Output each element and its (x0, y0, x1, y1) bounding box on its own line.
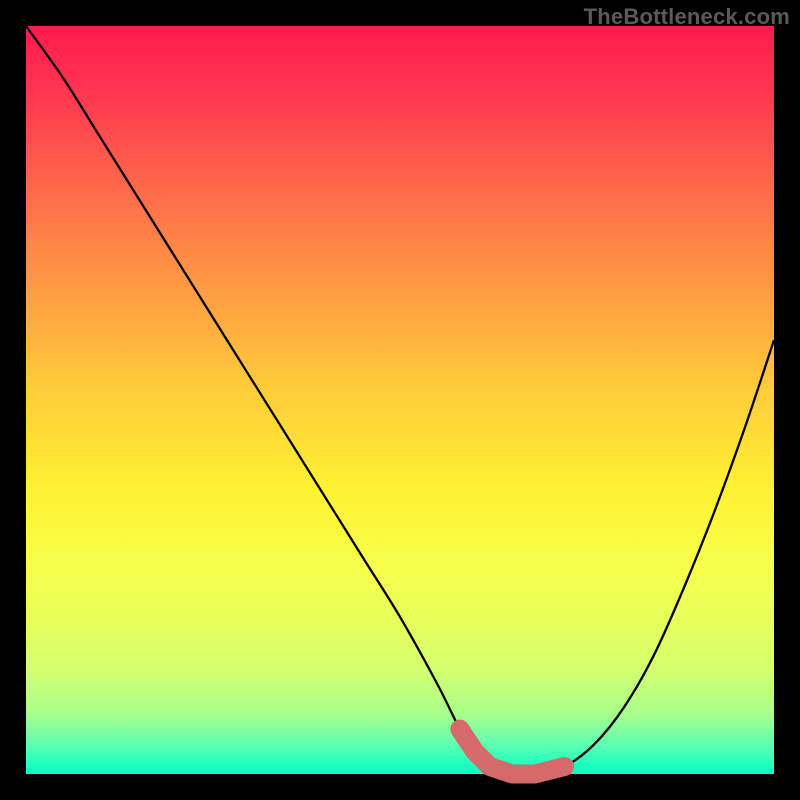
watermark-text: TheBottleneck.com (584, 4, 790, 30)
flat-bottom-highlight (460, 729, 565, 774)
bottleneck-plot (26, 26, 774, 774)
chart-area (26, 26, 774, 774)
bottleneck-curve (26, 26, 774, 775)
